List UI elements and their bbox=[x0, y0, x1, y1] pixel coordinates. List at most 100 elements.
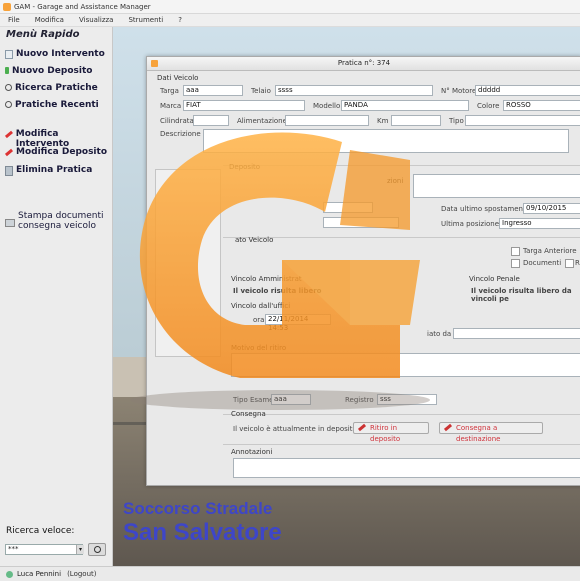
ora-field[interactable]: 22/11/2014 14:53 bbox=[265, 314, 331, 332]
sidebar-item-label: Elimina Pratica bbox=[16, 165, 93, 175]
logout-link[interactable]: (Logout) bbox=[67, 570, 96, 578]
km-field[interactable] bbox=[391, 115, 441, 126]
company-name-line1: Soccorso Stradale bbox=[123, 499, 273, 518]
menu-visualizza[interactable]: Visualizza bbox=[71, 16, 120, 24]
window-icon bbox=[151, 60, 158, 67]
descrizione-field[interactable] bbox=[203, 129, 569, 153]
section-vincolo-amministrativo: Vincolo Amministrat bbox=[231, 275, 302, 283]
modello-label: Modello bbox=[313, 102, 341, 110]
quick-search-label: Ricerca veloce: bbox=[6, 526, 75, 536]
sidebar: Menù Rapido Nuovo Intervento Nuovo Depos… bbox=[0, 27, 113, 567]
company-name-line2: San Salvatore bbox=[123, 519, 282, 546]
sidebar-item-label: Ricerca Pratiche bbox=[15, 83, 98, 93]
ritiro-deposito-label: Ritiro in deposito bbox=[370, 424, 401, 443]
statusbar: Luca Pennini (Logout) bbox=[0, 566, 580, 581]
tipo-field[interactable] bbox=[465, 115, 580, 126]
pencil-icon bbox=[4, 148, 14, 157]
quick-search-button[interactable] bbox=[88, 543, 106, 556]
quick-search-input[interactable]: *** bbox=[5, 544, 83, 555]
trash-icon bbox=[5, 166, 13, 176]
data-ultimo-label: Data ultimo spostamento bbox=[441, 205, 530, 213]
r-checkbox[interactable] bbox=[565, 259, 574, 268]
consegna-destinazione-label: Consegna a destinazione bbox=[456, 424, 501, 443]
pencil-icon bbox=[443, 423, 453, 432]
menubar: File Modifica Visualizza Strumenti ? bbox=[0, 14, 580, 27]
telaio-field[interactable]: ssss bbox=[275, 85, 433, 96]
registro-label: Registro bbox=[345, 396, 374, 404]
window-title: Pratica n°: 374 bbox=[337, 59, 391, 67]
documenti-label: Documenti bbox=[523, 259, 562, 267]
motivo-field[interactable] bbox=[231, 353, 580, 377]
motore-field[interactable]: ddddd bbox=[475, 85, 580, 96]
sidebar-item-label: Modifica Intervento bbox=[15, 129, 70, 149]
annotazioni-field[interactable] bbox=[233, 458, 580, 478]
section-deposito: Deposito bbox=[229, 163, 261, 171]
divider bbox=[223, 237, 580, 238]
search-icon bbox=[5, 84, 12, 91]
sidebar-item-modifica-intervento[interactable]: Modifica Intervento bbox=[4, 129, 112, 149]
pencil-icon bbox=[357, 423, 367, 432]
motore-label: N° Motore bbox=[441, 87, 477, 95]
sidebar-item-nuovo-intervento[interactable]: Nuovo Intervento bbox=[5, 49, 105, 59]
cilindrata-field[interactable] bbox=[193, 115, 229, 126]
modello-field[interactable]: PANDA bbox=[341, 100, 469, 111]
targa-anteriore-label: Targa Anteriore bbox=[523, 247, 577, 255]
consegna-destinazione-button[interactable]: Consegna a destinazione bbox=[439, 422, 543, 443]
data-ultimo-field[interactable]: 09/10/2015 bbox=[523, 203, 580, 214]
registro-field[interactable]: sss bbox=[377, 394, 437, 405]
sidebar-item-label-wrap: Stampa documenti consegna veicolo bbox=[18, 211, 104, 231]
tipo-esame-field[interactable]: aaa bbox=[271, 394, 311, 405]
dato-da-label: iato da bbox=[427, 330, 452, 338]
telaio-label: Telaio bbox=[251, 87, 271, 95]
section-vincolo-ufficio: Vincolo dall'uffici bbox=[231, 302, 291, 310]
sidebar-title: Menù Rapido bbox=[6, 29, 80, 40]
sidebar-item-pratiche-recenti[interactable]: Pratiche Recenti bbox=[5, 100, 99, 110]
sidebar-item-label: consegna veicolo bbox=[18, 221, 97, 231]
r-label: R bbox=[575, 259, 580, 267]
divider bbox=[223, 444, 580, 445]
sidebar-item-ricerca-pratiche[interactable]: Ricerca Pratiche bbox=[5, 83, 98, 93]
descrizione-label: Descrizione bbox=[160, 130, 201, 138]
deposito-annotazioni-field[interactable] bbox=[413, 174, 580, 198]
ritiro-deposito-button[interactable]: Ritiro in deposito bbox=[353, 422, 429, 443]
document-icon bbox=[5, 50, 13, 59]
vincolo-penale-text: Il veicolo risulta libero da vincoli pe bbox=[471, 287, 572, 303]
sidebar-item-stampa-documenti[interactable]: Stampa documenti consegna veicolo bbox=[5, 211, 104, 231]
sidebar-item-nuovo-deposito[interactable]: Nuovo Deposito bbox=[5, 66, 92, 76]
print-icon bbox=[5, 219, 15, 227]
menu-help[interactable]: ? bbox=[170, 16, 189, 24]
alimentazione-field[interactable] bbox=[285, 115, 369, 126]
marca-field[interactable]: FIAT bbox=[183, 100, 305, 111]
dato-da-field[interactable] bbox=[453, 328, 580, 339]
left-subpanel bbox=[155, 169, 221, 357]
tipo-label: Tipo bbox=[449, 117, 464, 125]
document-icon bbox=[5, 67, 9, 74]
documenti-checkbox[interactable] bbox=[511, 259, 520, 268]
deposito-field-2[interactable] bbox=[323, 217, 399, 228]
section-annotazioni: Annotazioni bbox=[231, 448, 273, 456]
km-label: Km bbox=[377, 117, 389, 125]
pratica-window: Pratica n°: 374 Dati Veicolo Targa aaa T… bbox=[146, 56, 580, 486]
chevron-down-icon[interactable]: ▾ bbox=[76, 545, 84, 554]
section-consegna: Consegna bbox=[231, 410, 266, 418]
user-icon bbox=[6, 570, 13, 578]
ultima-posizione-select[interactable]: Ingresso bbox=[499, 218, 580, 229]
section-dati-veicolo: Dati Veicolo bbox=[157, 74, 199, 82]
deposito-field-1[interactable] bbox=[323, 202, 373, 213]
divider bbox=[223, 165, 580, 166]
window-titlebar: Pratica n°: 374 bbox=[147, 57, 580, 71]
motivo-label: Motivo del ritiro bbox=[231, 344, 287, 352]
colore-field[interactable]: ROSSO bbox=[503, 100, 580, 111]
menu-strumenti[interactable]: Strumenti bbox=[120, 16, 170, 24]
sidebar-item-modifica-deposito[interactable]: Modifica Deposito bbox=[4, 147, 107, 157]
targa-anteriore-checkbox[interactable] bbox=[511, 247, 520, 256]
ora-label: ora bbox=[253, 316, 265, 324]
menu-modifica[interactable]: Modifica bbox=[27, 16, 71, 24]
ultima-posizione-label: Ultima posizione bbox=[441, 220, 500, 228]
targa-field[interactable]: aaa bbox=[183, 85, 243, 96]
menu-file[interactable]: File bbox=[0, 16, 27, 24]
tipo-esame-label: Tipo Esame bbox=[233, 396, 274, 404]
sidebar-item-elimina-pratica[interactable]: Elimina Pratica bbox=[5, 165, 92, 176]
logged-user: Luca Pennini bbox=[17, 570, 62, 578]
sidebar-item-label: Pratiche Recenti bbox=[15, 100, 99, 110]
